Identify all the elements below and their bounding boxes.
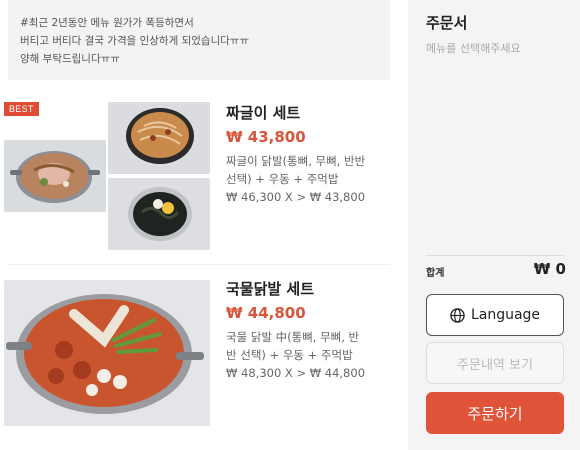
menu-item-photo [108, 178, 210, 250]
notice-line: 버티고 버티다 결국 가격을 인상하게 되었습니다ㅠㅠ [20, 35, 250, 47]
description-line: ₩ 46,300 X > ₩ 43,800 [226, 190, 366, 204]
total-divider [426, 255, 564, 256]
menu-item-name: 국물닭발 세트 [226, 280, 315, 298]
notice-line: #최근 2년동안 메뉴 원가가 폭등하면서 [20, 17, 194, 29]
menu-panel: #최근 2년동안 메뉴 원가가 폭등하면서 버티고 버티다 결국 가격을 인상하… [0, 0, 408, 450]
menu-item-name: 짜글이 세트 [226, 104, 301, 122]
menu-item-price: ₩ 44,800 [226, 304, 306, 322]
total-amount: ₩ 0 [533, 260, 566, 278]
best-badge: BEST [4, 102, 39, 116]
menu-item-info: 국물닭발 세트 ₩ 44,800 국물 닭발 中(통뼈, 무뼈, 반 반 선택)… [226, 278, 365, 382]
language-label: Language [470, 307, 541, 323]
menu-item-gukmul-dakbal-set[interactable]: 국물닭발 세트 ₩ 44,800 국물 닭발 中(통뼈, 무뼈, 반 반 선택)… [0, 276, 408, 436]
price-notice: #최근 2년동안 메뉴 원가가 폭등하면서 버티고 버티다 결국 가격을 인상하… [8, 0, 390, 80]
menu-item-price: ₩ 43,800 [226, 128, 306, 146]
menu-item-photo [108, 102, 210, 174]
description-line: 국물 닭발 中(통뼈, 무뼈, 반 [226, 330, 360, 344]
menu-item-photo [4, 140, 106, 212]
description-line: 반 선택) + 우동 + 주먹밥 [226, 348, 353, 362]
description-line: ₩ 48,300 X > ₩ 44,800 [226, 366, 366, 380]
menu-item-info: 짜글이 세트 ₩ 43,800 짜글이 닭발(통뼈, 무뼈, 반반 선택) + … [226, 102, 365, 206]
order-sheet-title: 주문서 [426, 14, 468, 32]
notice-line: 양해 부탁드립니다ㅠㅠ [20, 53, 120, 65]
menu-item-photo [4, 280, 210, 426]
menu-divider [8, 264, 390, 265]
menu-item-description: 국물 닭발 中(통뼈, 무뼈, 반 반 선택) + 우동 + 주먹밥 ₩ 48,… [226, 328, 365, 382]
order-empty-hint: 메뉴를 선택해주세요 [426, 42, 521, 55]
description-line: 선택) + 우동 + 주먹밥 [226, 172, 339, 186]
description-line: 짜글이 닭발(통뼈, 무뼈, 반반 [226, 154, 366, 168]
order-sheet-panel: 주문서 메뉴를 선택해주세요 합계 ₩ 0 Language 주문내역 보기 주… [408, 0, 580, 450]
menu-item-jjageuli-set[interactable]: BEST 짜글이 세트 ₩ 43,800 짜글이 닭발(통뼈, 무뼈, 반반 선… [0, 96, 408, 256]
menu-item-description: 짜글이 닭발(통뼈, 무뼈, 반반 선택) + 우동 + 주먹밥 ₩ 46,30… [226, 152, 365, 206]
globe-icon [450, 307, 465, 323]
place-order-button[interactable]: 주문하기 [426, 392, 564, 434]
order-history-button[interactable]: 주문내역 보기 [426, 342, 564, 384]
total-label: 합계 [426, 268, 445, 279]
language-button[interactable]: Language [426, 294, 564, 336]
